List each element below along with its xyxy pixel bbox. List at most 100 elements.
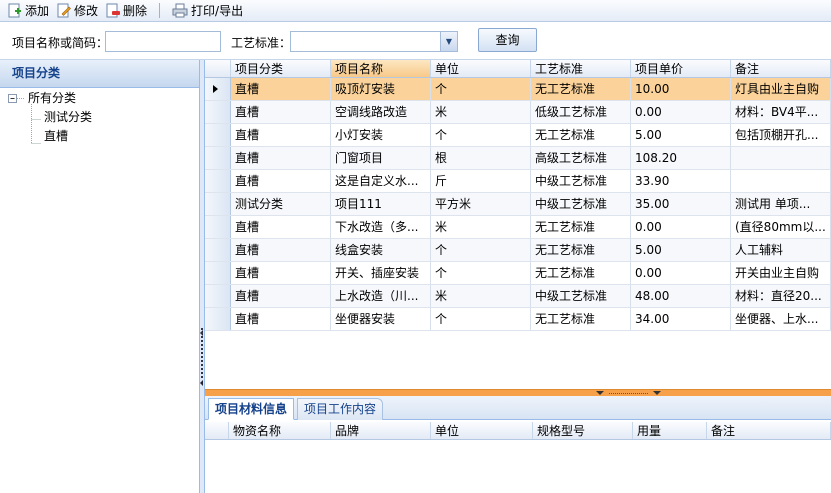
grid-cell: 平方米 xyxy=(431,193,531,215)
grid-column-header[interactable]: 项目名称 xyxy=(331,60,431,77)
tree-node-zhicao[interactable]: 直槽 xyxy=(44,128,68,144)
grid-cell: 0.00 xyxy=(631,101,731,123)
grid-cell: 空调线路改造 xyxy=(331,101,431,123)
grid-column-header[interactable]: 备注 xyxy=(731,60,831,77)
grid-column-header[interactable]: 工艺标准 xyxy=(531,60,631,77)
detail-panel: 项目材料信息 项目工作内容 物资名称 品牌 单位 规格型号 用量 备注 xyxy=(205,396,831,493)
grid-cell: 0.00 xyxy=(631,216,731,238)
grid-cell: 吸顶灯安装 xyxy=(331,78,431,100)
grid-cell: 直槽 xyxy=(231,147,331,169)
tab-material-info[interactable]: 项目材料信息 xyxy=(208,398,295,420)
current-row-pointer-icon xyxy=(213,85,218,93)
edit-button[interactable]: 修改 xyxy=(53,1,102,21)
grid-cell: 上水改造（川... xyxy=(331,285,431,307)
grid-cell: 5.00 xyxy=(631,124,731,146)
chevron-down-icon[interactable]: ▼ xyxy=(440,32,457,51)
grid-cell: 门窗项目 xyxy=(331,147,431,169)
name-search-label: 项目名称或简码： xyxy=(12,36,109,50)
grid-cell: 直槽 xyxy=(231,216,331,238)
material-column-header[interactable]: 用量 xyxy=(633,422,707,439)
table-row[interactable]: 测试分类 项目111 平方米 中级工艺标准 35.00 测试用 单项... xyxy=(205,193,831,216)
add-button[interactable]: 添加 xyxy=(4,1,53,21)
standard-label: 工艺标准： xyxy=(231,36,292,50)
grid-cell: 无工艺标准 xyxy=(531,239,631,261)
table-row[interactable]: 直槽 开关、插座安装个无工艺标准 0.00 开关由业主自购 xyxy=(205,262,831,285)
grid-cell xyxy=(731,170,831,192)
tab-work-content[interactable]: 项目工作内容 xyxy=(297,398,384,420)
table-row[interactable]: 直槽 线盒安装个无工艺标准 5.00 人工辅料 xyxy=(205,239,831,262)
delete-button[interactable]: 删除 xyxy=(102,1,151,21)
grid-column-header[interactable]: 单位 xyxy=(431,60,531,77)
row-selector[interactable] xyxy=(205,193,231,215)
toolbar-separator xyxy=(159,3,161,18)
add-doc-icon xyxy=(8,3,22,18)
grid-cell: 个 xyxy=(431,78,531,100)
row-selector[interactable] xyxy=(205,101,231,123)
grid-cell: 直槽 xyxy=(231,285,331,307)
add-label: 添加 xyxy=(25,4,50,18)
material-column-header[interactable]: 规格型号 xyxy=(533,422,633,439)
standard-select[interactable]: ▼ xyxy=(290,31,458,52)
grid-cell: 材料：BV4平... xyxy=(731,101,831,123)
material-column-header[interactable]: 备注 xyxy=(707,422,831,439)
grid-cell: 这是自定义水... xyxy=(331,170,431,192)
row-selector[interactable] xyxy=(205,216,231,238)
grid-column-header[interactable]: 项目分类 xyxy=(231,60,331,77)
grid-cell: 直槽 xyxy=(231,78,331,100)
print-export-button[interactable]: 打印/导出 xyxy=(168,1,247,21)
material-grid-header: 物资名称 品牌 单位 规格型号 用量 备注 xyxy=(205,422,831,440)
material-column-header[interactable]: 单位 xyxy=(431,422,533,439)
grid-cell: 人工辅料 xyxy=(731,239,831,261)
grid-corner xyxy=(205,60,231,77)
grid-cell: 测试分类 xyxy=(231,193,331,215)
grid-cell: 无工艺标准 xyxy=(531,216,631,238)
grid-cell: 5.00 xyxy=(631,239,731,261)
grid-cell: 斤 xyxy=(431,170,531,192)
query-button[interactable]: 查询 xyxy=(478,28,537,52)
table-row[interactable]: 直槽 坐便器安装个无工艺标准 34.00 坐便器、上水... xyxy=(205,308,831,331)
splitter-grip xyxy=(201,328,203,378)
grid-cell: 48.00 xyxy=(631,285,731,307)
horizontal-splitter[interactable] xyxy=(205,389,831,396)
table-row[interactable]: 直槽 空调线路改造米低级工艺标准 0.00 材料：BV4平... xyxy=(205,101,831,124)
grid-column-header[interactable]: 项目单价 xyxy=(631,60,731,77)
material-column-header[interactable]: 物资名称 xyxy=(229,422,331,439)
table-row[interactable]: 直槽 门窗项目根高级工艺标准 108.20 xyxy=(205,147,831,170)
grid-cell: 无工艺标准 xyxy=(531,262,631,284)
grid-cell: 个 xyxy=(431,124,531,146)
grid-cell: 米 xyxy=(431,285,531,307)
delete-doc-icon xyxy=(106,3,121,18)
grid-cell: 直槽 xyxy=(231,308,331,330)
grid-cell: 下水改造（多... xyxy=(331,216,431,238)
tree-expand-toggle[interactable] xyxy=(12,91,22,107)
row-selector[interactable] xyxy=(205,239,231,261)
grid-cell: 材料：直径20... xyxy=(731,285,831,307)
table-row[interactable]: 直槽 这是自定义水... 斤中级工艺标准 33.90 xyxy=(205,170,831,193)
grid-cell: 米 xyxy=(431,216,531,238)
row-selector[interactable] xyxy=(205,285,231,307)
grid-cell: 测试用 单项... xyxy=(731,193,831,215)
table-row[interactable]: 直槽 小灯安装个无工艺标准 5.00 包括顶棚开孔... xyxy=(205,124,831,147)
row-selector[interactable] xyxy=(205,147,231,169)
collapse-left-icon-2[interactable] xyxy=(200,380,203,386)
grid-cell: 33.90 xyxy=(631,170,731,192)
grid-cell: 中级工艺标准 xyxy=(531,170,631,192)
grid-cell: 项目111 xyxy=(331,193,431,215)
tree-node-root[interactable]: 所有分类 xyxy=(28,90,76,106)
grid-cell: 直槽 xyxy=(231,124,331,146)
tree-node-test[interactable]: 测试分类 xyxy=(44,109,92,125)
grid-cell: 直槽 xyxy=(231,170,331,192)
material-column-header[interactable]: 品牌 xyxy=(331,422,431,439)
row-selector[interactable] xyxy=(205,124,231,146)
edit-doc-icon xyxy=(57,3,71,18)
table-row[interactable]: 直槽 下水改造（多... 米无工艺标准 0.00 (直径80mm以... xyxy=(205,216,831,239)
row-selector[interactable] xyxy=(205,78,231,100)
grid-cell: 直槽 xyxy=(231,101,331,123)
row-selector[interactable] xyxy=(205,308,231,330)
table-row[interactable]: 直槽 上水改造（川... 米中级工艺标准 48.00 材料：直径20... xyxy=(205,285,831,308)
row-selector[interactable] xyxy=(205,262,231,284)
row-selector[interactable] xyxy=(205,170,231,192)
name-search-input[interactable] xyxy=(105,31,221,52)
grid-cell: 高级工艺标准 xyxy=(531,147,631,169)
table-row[interactable]: 直槽 吸顶灯安装个无工艺标准 10.00 灯具由业主自购 xyxy=(205,78,831,101)
